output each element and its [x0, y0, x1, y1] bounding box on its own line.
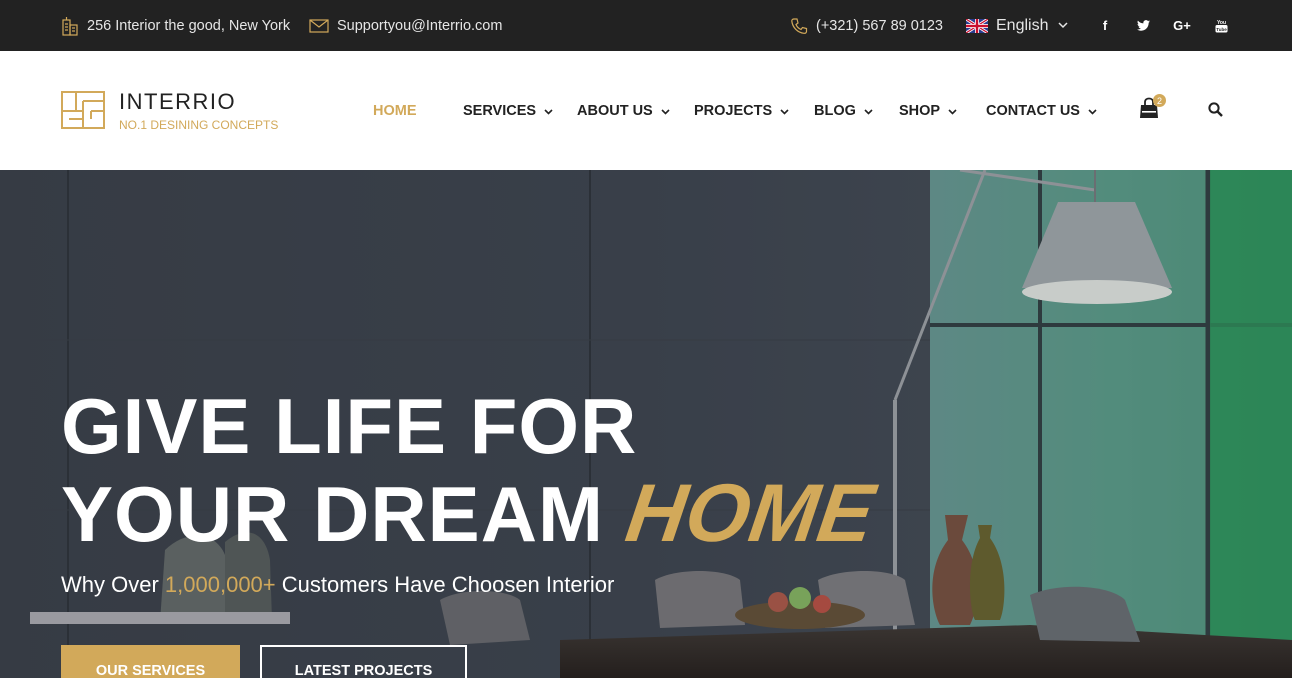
brand-name: INTERRIO [119, 89, 237, 114]
logo-mark-icon [61, 91, 105, 134]
facebook-icon[interactable]: f [1095, 0, 1115, 51]
logo[interactable]: INTERRIO NO.1 DESINING CONCEPTS [61, 91, 278, 134]
nav-label[interactable]: BLOG [814, 103, 856, 119]
search-button[interactable] [1208, 102, 1223, 122]
nav-shop[interactable]: SHOP [899, 51, 957, 170]
email[interactable]: Supportyou@Interrio.com [309, 0, 502, 51]
chevron-down-icon [1058, 22, 1069, 29]
uk-flag-icon [966, 18, 988, 33]
hero-headline-line1: GIVE LIFE FOR [61, 382, 638, 470]
hero-subtitle: Why Over 1,000,000+ Customers Have Choos… [61, 572, 614, 598]
phone[interactable]: (+321) 567 89 0123 [790, 0, 943, 51]
svg-text:Tube: Tube [1216, 27, 1227, 32]
nav-label[interactable]: HOME [373, 103, 417, 119]
nav-home[interactable]: HOME [373, 51, 417, 170]
language-selector[interactable]: English [966, 0, 1069, 51]
envelope-icon [309, 18, 329, 33]
address-text: 256 Interior the good, New York [87, 17, 291, 34]
hero-section: GIVE LIFE FOR YOUR DREAM HOME Why Over 1… [0, 170, 1292, 678]
youtube-icon[interactable]: You Tube [1211, 0, 1231, 51]
svg-text:You: You [1216, 20, 1225, 26]
language-label[interactable]: English [996, 17, 1048, 35]
chevron-down-icon [780, 103, 789, 119]
shopping-bag-icon [1138, 97, 1160, 123]
top-bar: 256 Interior the good, New York Supporty… [0, 0, 1292, 51]
twitter-icon[interactable] [1133, 0, 1153, 51]
nav-label[interactable]: ABOUT US [577, 103, 653, 119]
building-icon [61, 16, 79, 36]
nav-projects[interactable]: PROJECTS [694, 51, 789, 170]
chevron-down-icon [1088, 103, 1097, 119]
search-icon [1208, 102, 1223, 121]
latest-projects-button[interactable]: LATEST PROJECTS [260, 645, 467, 678]
hero-headline-line2: YOUR DREAM [61, 470, 605, 558]
phone-icon [790, 17, 808, 35]
google-plus-icon[interactable]: G+ [1172, 0, 1192, 51]
nav-services[interactable]: SERVICES [463, 51, 553, 170]
nav-label[interactable]: SHOP [899, 103, 940, 119]
hero-headline-accent: HOME [620, 468, 880, 559]
hero-sub-suffix: Customers Have Choosen Interior [281, 572, 615, 597]
nav-label[interactable]: CONTACT US [986, 103, 1080, 119]
phone-text[interactable]: (+321) 567 89 0123 [816, 18, 943, 34]
address: 256 Interior the good, New York [61, 0, 290, 51]
our-services-button[interactable]: OUR SERVICES [61, 645, 240, 678]
chevron-down-icon [661, 103, 670, 119]
nav-blog[interactable]: BLOG [814, 51, 873, 170]
email-text[interactable]: Supportyou@Interrio.com [337, 18, 502, 34]
nav-label[interactable]: SERVICES [463, 103, 536, 119]
main-header: INTERRIO NO.1 DESINING CONCEPTS HOME SER… [0, 51, 1292, 170]
chevron-down-icon [544, 103, 553, 119]
nav-about-us[interactable]: ABOUT US [577, 51, 670, 170]
chevron-down-icon [864, 103, 873, 119]
hero-sub-prefix: Why Over [61, 572, 159, 597]
hero-sub-number: 1,000,000+ [164, 572, 276, 597]
cart-button[interactable]: 2 [1138, 94, 1166, 125]
cart-count-badge: 2 [1153, 94, 1166, 107]
hero-headline: GIVE LIFE FOR YOUR DREAM HOME [61, 382, 879, 559]
chevron-down-icon [948, 103, 957, 119]
nav-contact-us[interactable]: CONTACT US [986, 51, 1097, 170]
nav-label[interactable]: PROJECTS [694, 103, 772, 119]
brand-tagline: NO.1 DESINING CONCEPTS [119, 118, 279, 132]
